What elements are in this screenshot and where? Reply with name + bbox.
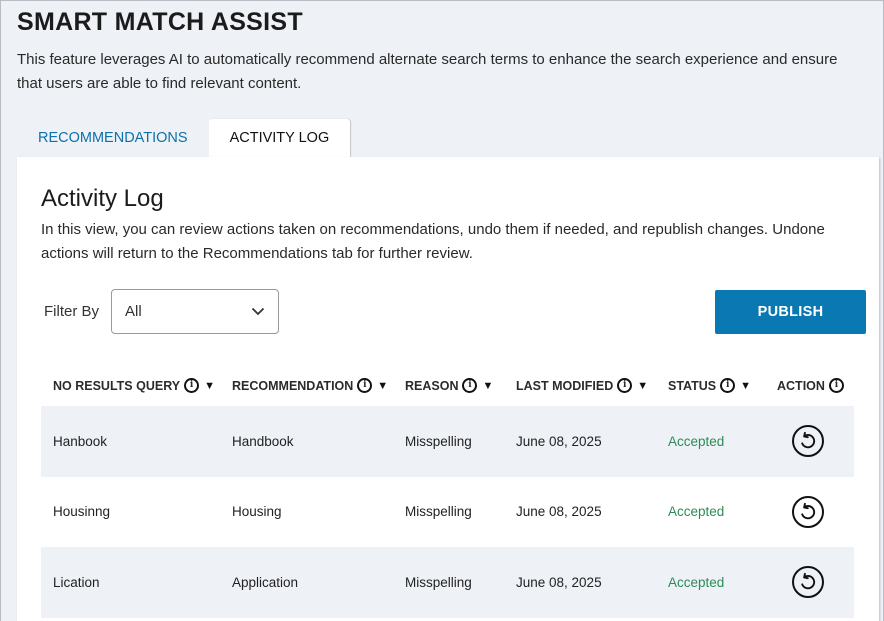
activity-table: NO RESULTS QUERY i ▼ RECOMMENDATION i ▼ … <box>41 370 854 618</box>
undo-icon <box>801 572 816 590</box>
info-icon[interactable]: i <box>828 378 844 393</box>
filter-select[interactable]: All <box>111 289 279 334</box>
column-header-recommendation[interactable]: RECOMMENDATION i ▼ <box>232 378 388 393</box>
cell-recommendation: Application <box>232 574 299 590</box>
undo-button[interactable] <box>792 566 824 598</box>
cell-status: Accepted <box>668 574 725 590</box>
sort-down-icon[interactable]: ▼ <box>482 380 493 392</box>
cell-last-modified: June 08, 2025 <box>516 574 602 590</box>
table-row: Housinng Housing Misspelling June 08, 20… <box>41 477 854 548</box>
activity-log-panel: Activity Log In this view, you can revie… <box>17 157 879 621</box>
table-header: NO RESULTS QUERY i ▼ RECOMMENDATION i ▼ … <box>41 370 854 406</box>
tab-bar: RECOMMENDATIONS ACTIVITY LOG <box>17 119 351 157</box>
sort-down-icon[interactable]: ▼ <box>740 380 751 392</box>
tab-activity-log[interactable]: ACTIVITY LOG <box>208 119 351 157</box>
cell-recommendation: Handbook <box>232 433 294 449</box>
cell-query: Lication <box>53 574 100 590</box>
sort-down-icon[interactable]: ▼ <box>204 380 215 392</box>
info-icon[interactable]: i <box>617 378 633 393</box>
info-icon[interactable]: i <box>720 378 736 393</box>
undo-button[interactable] <box>792 495 824 528</box>
cell-query: Housinng <box>53 504 111 519</box>
section-title: Activity Log <box>41 185 164 212</box>
table-row: Lication Application Misspelling June 08… <box>41 547 854 618</box>
page-description: This feature leverages AI to automatical… <box>17 51 838 92</box>
column-header-query[interactable]: NO RESULTS QUERY i ▼ <box>53 378 215 393</box>
cell-recommendation: Housing <box>232 504 282 519</box>
column-header-reason[interactable]: REASON i ▼ <box>405 378 493 393</box>
undo-button[interactable] <box>792 425 824 457</box>
chevron-down-icon <box>251 307 265 316</box>
sort-down-icon[interactable]: ▼ <box>377 380 388 392</box>
cell-reason: Misspelling <box>405 433 472 449</box>
cell-status: Accepted <box>668 433 725 449</box>
undo-icon <box>801 502 816 519</box>
column-header-status[interactable]: STATUS i ▼ <box>668 378 751 393</box>
page-title: SMART MATCH ASSIST <box>17 8 303 36</box>
sort-down-icon[interactable]: ▼ <box>637 380 648 392</box>
column-header-last-modified[interactable]: LAST MODIFIED i ▼ <box>516 378 648 393</box>
cell-status: Accepted <box>668 504 725 519</box>
info-icon[interactable]: i <box>184 378 200 393</box>
undo-icon <box>801 431 816 449</box>
filter-label: Filter By <box>44 303 100 320</box>
cell-query: Hanbook <box>53 433 108 449</box>
tab-recommendations[interactable]: RECOMMENDATIONS <box>17 119 209 157</box>
column-header-action: ACTION i <box>777 378 844 393</box>
section-description: In this view, you can review actions tak… <box>41 221 825 262</box>
cell-last-modified: June 08, 2025 <box>516 433 602 449</box>
cell-last-modified: June 08, 2025 <box>516 504 602 519</box>
cell-reason: Misspelling <box>405 574 472 590</box>
cell-reason: Misspelling <box>405 504 472 519</box>
info-icon[interactable]: i <box>357 378 373 393</box>
filter-selected-value: All <box>125 303 142 320</box>
table-row: Hanbook Handbook Misspelling June 08, 20… <box>41 406 854 477</box>
publish-button[interactable]: PUBLISH <box>715 290 866 334</box>
info-icon[interactable]: i <box>462 378 478 393</box>
